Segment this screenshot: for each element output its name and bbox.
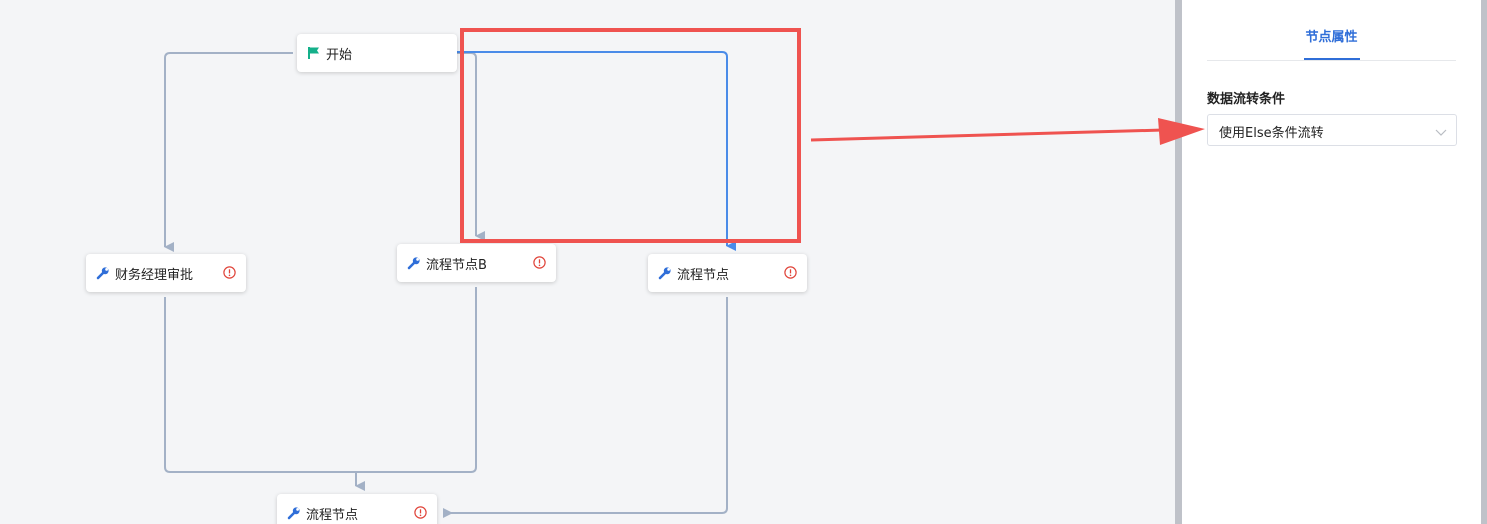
flow-node-finance-approval[interactable]: 财务经理审批 bbox=[86, 254, 246, 292]
edge-start-to-flowB[interactable] bbox=[456, 52, 485, 241]
edge-start-to-flowC[interactable] bbox=[456, 51, 736, 251]
node-label: 流程节点B bbox=[426, 257, 487, 273]
flag-icon bbox=[307, 46, 321, 60]
node-label: 流程节点 bbox=[306, 507, 359, 523]
wrench-icon bbox=[407, 256, 421, 270]
flow-node-b[interactable]: 流程节点B bbox=[397, 244, 556, 282]
chevron-down-icon bbox=[1435, 123, 1447, 136]
edge-flowB-to-merge[interactable] bbox=[356, 287, 477, 473]
node-label: 流程节点 bbox=[677, 267, 730, 283]
select-value: 使用Else条件流转 bbox=[1219, 126, 1324, 141]
flow-node-c[interactable]: 流程节点 bbox=[648, 254, 807, 292]
edge-start-to-finance[interactable] bbox=[164, 52, 293, 252]
warning-icon[interactable] bbox=[414, 506, 427, 519]
flow-node-start[interactable]: 开始 bbox=[297, 34, 457, 72]
panel-splitter[interactable] bbox=[1175, 0, 1182, 524]
tab-node-properties[interactable]: 节点属性 bbox=[1182, 26, 1481, 45]
warning-icon[interactable] bbox=[223, 266, 236, 279]
flow-canvas[interactable]: 开始 财务经理审批 流程节点B 流程节点 流程节点 bbox=[0, 0, 1175, 524]
window-edge bbox=[1481, 0, 1487, 524]
wrench-icon bbox=[96, 266, 110, 280]
flow-node-merge[interactable]: 流程节点 bbox=[277, 494, 437, 524]
node-label: 财务经理审批 bbox=[115, 267, 194, 283]
flow-condition-label: 数据流转条件 bbox=[1207, 92, 1286, 107]
warning-icon[interactable] bbox=[784, 266, 797, 279]
node-label: 开始 bbox=[326, 47, 353, 63]
edge-finance-to-merge[interactable] bbox=[164, 297, 365, 491]
flow-condition-select[interactable]: 使用Else条件流转 bbox=[1207, 114, 1457, 146]
edge-flowC-to-merge[interactable] bbox=[443, 297, 728, 518]
wrench-icon bbox=[658, 266, 672, 280]
tab-divider bbox=[1207, 60, 1456, 61]
wrench-icon bbox=[287, 506, 301, 520]
warning-icon[interactable] bbox=[533, 256, 546, 269]
properties-panel: 节点属性 数据流转条件 使用Else条件流转 bbox=[1182, 0, 1481, 524]
